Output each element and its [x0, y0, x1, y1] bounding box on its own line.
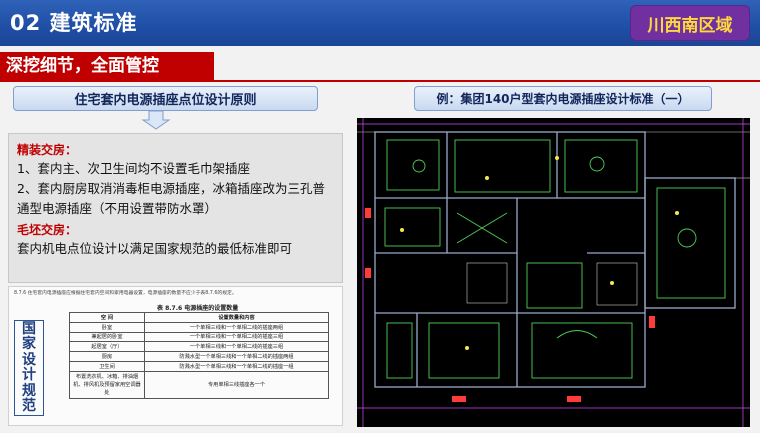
principle-title-box: 住宅套内电源插座点位设计原则: [13, 86, 318, 111]
table-cell: 厨房: [69, 351, 145, 362]
vertical-char: 设: [22, 351, 36, 368]
vertical-char: 范: [22, 398, 36, 414]
section-subtitle: 深挖细节，全面管控: [0, 52, 214, 81]
table-cell: 起居室（厅）: [69, 341, 145, 353]
table-cell: 卧室: [69, 321, 145, 333]
table-row: 兼起居的卧室 一个单相三线和一个单相二线的插座三组: [69, 331, 329, 343]
spec-table-title: 表 8.7.6 电源插座的设置数量: [157, 305, 239, 312]
vertical-char: 计: [22, 367, 36, 383]
vertical-char: 家: [22, 336, 36, 352]
example-title-box: 例：集团140户型套内电源插座设计标准（一）: [414, 86, 712, 111]
table-cell: 兼起居的卧室: [69, 331, 145, 343]
table-cell: 防溅水型一个单相三线和一个单相二线的插座两组: [144, 351, 329, 362]
fitout-rule-1: 1、套内主、次卫生间均不设置毛巾架插座: [17, 161, 250, 176]
shell-rule: 套内机电点位设计以满足国家规范的最低标准即可: [17, 241, 293, 256]
table-header-row: 空 间 设置数量和内容: [69, 312, 329, 323]
table-row: 卫生间 防溅水型一个单相三线和一个单相二线的插座一组: [69, 360, 329, 372]
principle-content: 精装交房： 1、套内主、次卫生间均不设置毛巾架插座 2、套内厨房取消消毒柜电源插…: [8, 133, 343, 283]
fitout-rule-2: 2、套内厨房取消消毒柜电源插座，冰箱插座改为三孔普: [17, 181, 325, 196]
table-cell: 一个单相三线和一个单相二线的插座三组: [144, 341, 329, 353]
header-bar: 02 建筑标准 川西南区域: [0, 0, 760, 46]
table-header-cell: 设置数量和内容: [144, 312, 329, 323]
table-cell: 专用单相三线插座各一个: [144, 370, 329, 399]
divider-line: [0, 80, 760, 82]
table-row: 卧室 一个单相三线和一个单相二线的插座两组: [69, 321, 329, 333]
vertical-char: 国: [22, 320, 36, 337]
table-row: 厨房 防溅水型一个单相三线和一个单相二线的插座两组: [69, 351, 329, 362]
national-spec-label: 国 家 设 计 规 范: [14, 320, 44, 416]
fitout-rule-2-cont: 通型电源插座（不用设置带防水罩）: [17, 201, 218, 216]
floor-plan-image: [357, 118, 750, 427]
fitout-heading: 精装交房：: [17, 143, 78, 157]
table-cell: 一个单相三线和一个单相二线的插座三组: [144, 331, 329, 343]
table-row: 布置洗衣机、冰箱、排油烟机、排风机及预留家用空调器处 专用单相三线插座各一个: [69, 370, 329, 399]
table-cell: 一个单相三线和一个单相二线的插座两组: [144, 321, 329, 333]
table-row: 起居室（厅） 一个单相三线和一个单相二线的插座三组: [69, 341, 329, 353]
vertical-char: 规: [22, 382, 36, 399]
down-arrow-icon: [141, 110, 171, 130]
socket-spec-table: 空 间 设置数量和内容 卧室 一个单相三线和一个单相二线的插座两组 兼起居的卧室…: [69, 312, 329, 399]
national-spec-panel: 8.7.6 住宅套内电源插座应根据住宅套内空间和家用电器设置，电源插座的数量不应…: [8, 286, 343, 426]
floor-plan-drawing: [357, 118, 750, 427]
spec-caption: 8.7.6 住宅套内电源插座应根据住宅套内空间和家用电器设置，电源插座的数量不应…: [14, 291, 237, 296]
table-cell: 布置洗衣机、冰箱、排油烟机、排风机及预留家用空调器处: [69, 370, 145, 399]
table-cell: 卫生间: [69, 360, 145, 372]
page-title: 02 建筑标准: [10, 11, 138, 35]
shell-heading: 毛坯交房：: [17, 223, 78, 237]
table-cell: 防溅水型一个单相三线和一个单相二线的插座一组: [144, 360, 329, 372]
table-header-cell: 空 间: [69, 312, 145, 323]
region-badge: 川西南区域: [631, 6, 749, 40]
